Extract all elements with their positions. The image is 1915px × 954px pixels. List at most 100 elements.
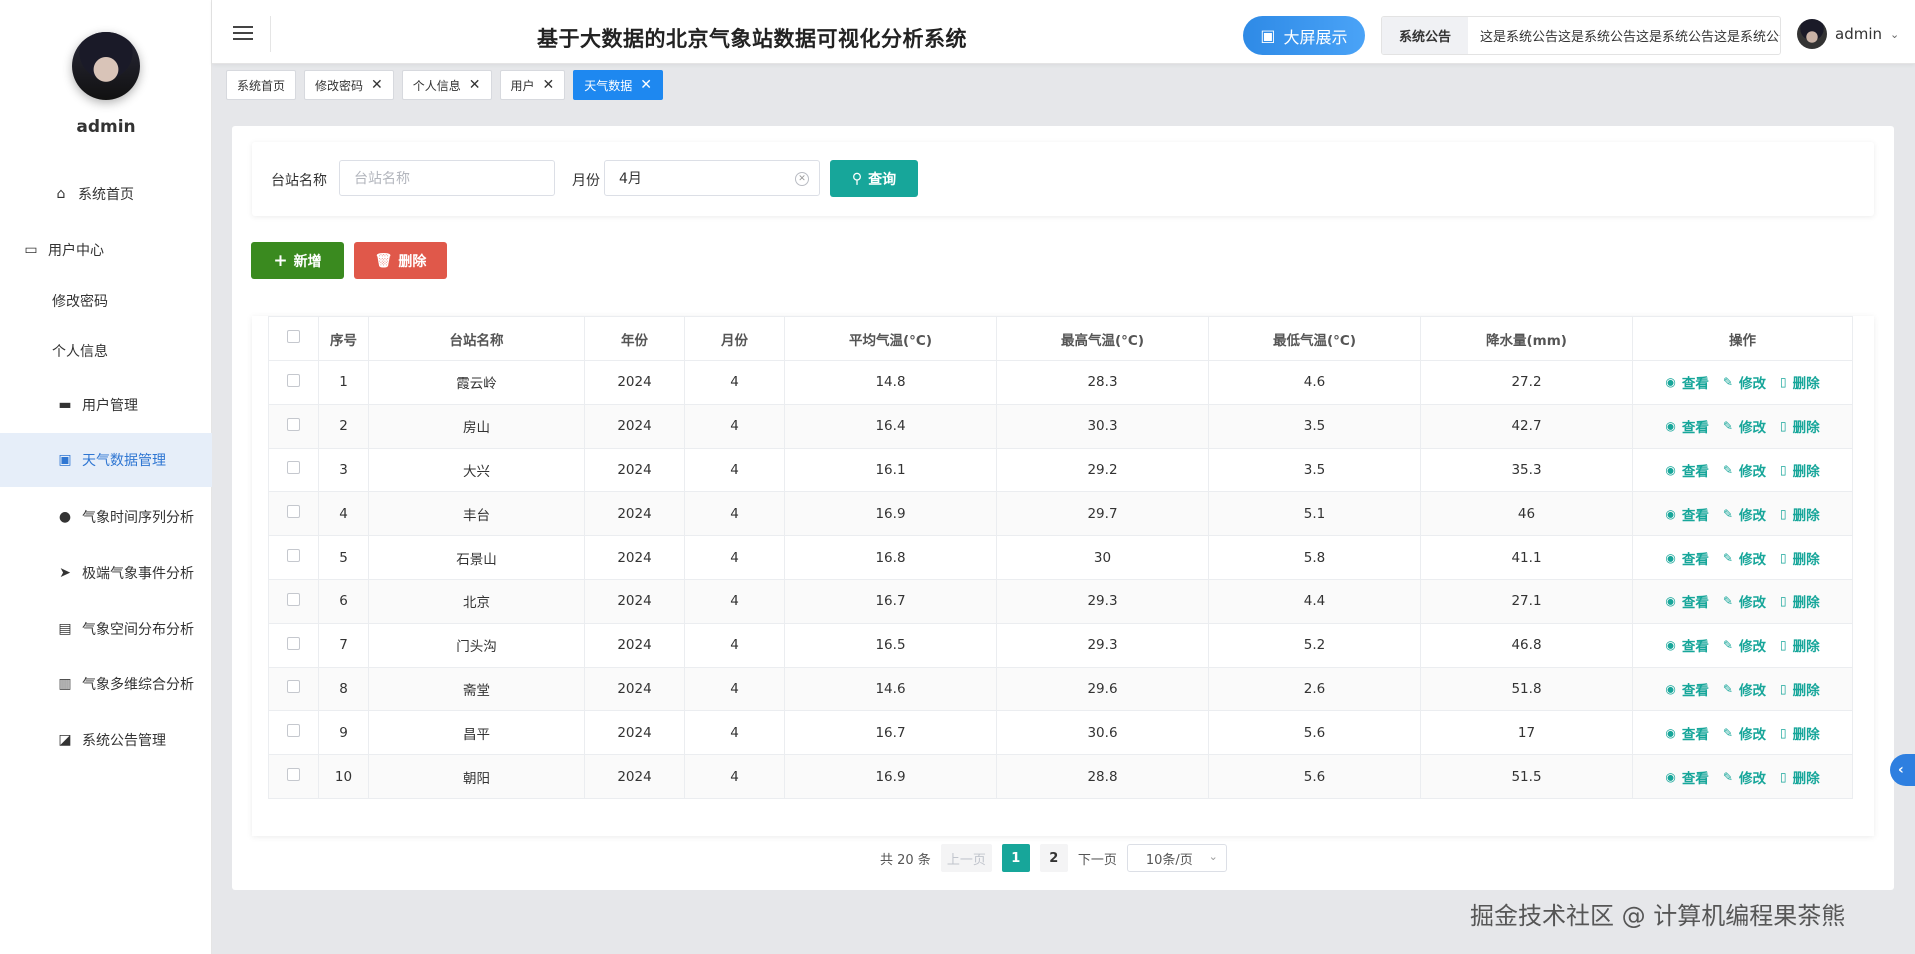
user-menu[interactable]: admin ⌄ xyxy=(1797,19,1899,49)
tag-profile[interactable]: 个人信息 ✕ xyxy=(401,70,492,100)
big-screen-button[interactable]: ▣ 大屏展示 xyxy=(1243,16,1365,55)
add-button[interactable]: + 新增 xyxy=(251,242,344,279)
close-icon[interactable]: ✕ xyxy=(469,78,481,92)
edit-button[interactable]: ✎ 修改 xyxy=(1723,679,1766,699)
edit-button[interactable]: ✎ 修改 xyxy=(1723,723,1766,743)
delete-button[interactable]: ▯ 删除 xyxy=(1780,504,1820,524)
page-1-button[interactable]: 1 xyxy=(1001,844,1030,872)
row-checkbox[interactable] xyxy=(287,680,300,694)
edit-button[interactable]: ✎ 修改 xyxy=(1723,504,1766,524)
view-button[interactable]: ◉ 查看 xyxy=(1665,679,1708,699)
delete-button[interactable]: ▯ 删除 xyxy=(1780,548,1820,568)
row-select-cell[interactable] xyxy=(268,710,319,756)
page-size-select[interactable]: 10条/页 ⌄ xyxy=(1126,844,1227,872)
edit-button[interactable]: ✎ 修改 xyxy=(1723,635,1766,655)
delete-button[interactable]: ▯ 删除 xyxy=(1780,460,1820,480)
row-checkbox[interactable] xyxy=(287,768,300,782)
delete-button[interactable]: ▯ 删除 xyxy=(1780,635,1820,655)
query-button[interactable]: ⚲ 查询 xyxy=(830,160,918,197)
row-checkbox[interactable] xyxy=(287,724,300,738)
batch-delete-button[interactable]: 🗑 删除 xyxy=(354,242,447,279)
view-button[interactable]: ◉ 查看 xyxy=(1665,723,1708,743)
sidebar-item-extreme-events[interactable]: ➤ 极端气象事件分析 xyxy=(0,546,212,600)
column-header: 最高气温(°C) xyxy=(996,316,1209,361)
view-button[interactable]: ◉ 查看 xyxy=(1665,372,1708,392)
edit-button[interactable]: ✎ 修改 xyxy=(1723,591,1766,611)
delete-label: 删除 xyxy=(1792,551,1820,568)
sidebar-item-home[interactable]: ⌂ 系统首页 xyxy=(0,167,212,221)
select-all-checkbox[interactable] xyxy=(287,330,300,343)
sidebar-item-announcements[interactable]: ◪ 系统公告管理 xyxy=(0,713,212,767)
view-button[interactable]: ◉ 查看 xyxy=(1665,548,1708,568)
tag-change-password[interactable]: 修改密码 ✕ xyxy=(304,70,394,100)
view-button[interactable]: ◉ 查看 xyxy=(1665,635,1708,655)
sidebar-item-spatial[interactable]: ▤ 气象空间分布分析 xyxy=(0,602,212,656)
row-actions-cell: ◉ 查看 ✎ 修改 ▯ 删除 xyxy=(1632,360,1853,405)
edit-button[interactable]: ✎ 修改 xyxy=(1723,416,1766,436)
next-page-button[interactable]: 下一页 xyxy=(1078,849,1117,868)
close-icon[interactable]: ✕ xyxy=(543,78,555,92)
delete-button[interactable]: ▯ 删除 xyxy=(1780,372,1820,392)
row-checkbox[interactable] xyxy=(287,636,300,650)
edit-button[interactable]: ✎ 修改 xyxy=(1723,548,1766,568)
table-header-row: 序号 台站名称 年份 月份 平均气温(°C) 最高气温(°C) 最低气温(°C)… xyxy=(268,316,1853,361)
row-select-cell[interactable] xyxy=(268,491,319,537)
row-select-cell[interactable] xyxy=(268,360,319,405)
close-icon[interactable]: ✕ xyxy=(371,78,383,92)
sidebar-item-weather-data[interactable]: ▣ 天气数据管理 xyxy=(0,433,212,487)
page-2-button[interactable]: 2 xyxy=(1039,844,1068,872)
tag-home[interactable]: 系统首页 xyxy=(226,70,297,100)
month-input[interactable]: 4月 ✕ xyxy=(604,160,820,196)
tag-weather-data[interactable]: 天气数据 ✕ xyxy=(573,70,664,100)
view-button[interactable]: ◉ 查看 xyxy=(1665,504,1708,524)
view-button[interactable]: ◉ 查看 xyxy=(1665,416,1708,436)
row-select-cell[interactable] xyxy=(268,666,319,712)
collapse-panel-button[interactable]: ‹ xyxy=(1890,754,1915,786)
delete-button[interactable]: ▯ 删除 xyxy=(1780,767,1820,787)
sidebar-item-profile[interactable]: 个人信息 xyxy=(0,324,212,378)
delete-button[interactable]: ▯ 删除 xyxy=(1780,416,1820,436)
prev-page-button[interactable]: 上一页 xyxy=(940,844,992,872)
row-select-cell[interactable] xyxy=(268,622,319,668)
table-cell: 5 xyxy=(318,535,369,580)
sidebar-item-change-password[interactable]: 修改密码 xyxy=(0,274,212,328)
edit-button[interactable]: ✎ 修改 xyxy=(1723,460,1766,480)
clear-icon[interactable]: ✕ xyxy=(795,172,809,186)
delete-label: 删除 xyxy=(1792,639,1820,656)
tag-user[interactable]: 用户 ✕ xyxy=(499,70,566,100)
row-checkbox[interactable] xyxy=(287,549,300,563)
menu-toggle-icon[interactable] xyxy=(233,26,253,40)
row-checkbox[interactable] xyxy=(287,461,300,475)
row-checkbox[interactable] xyxy=(287,373,300,387)
select-all-cell[interactable] xyxy=(268,316,319,361)
row-select-cell[interactable] xyxy=(268,754,319,799)
pencil-icon: ✎ xyxy=(1722,462,1733,477)
sidebar-item-user-center[interactable]: ▭ 用户中心 xyxy=(0,223,212,277)
table-body: 1 霞云岭 2024 4 14.8 28.3 4.6 27.2 ◉ 查看 ✎ 修改 ▯ 删除 2 房山 2024… xyxy=(268,360,1853,799)
close-icon[interactable]: ✕ xyxy=(640,78,652,92)
row-checkbox[interactable] xyxy=(287,505,300,519)
row-select-cell[interactable] xyxy=(268,403,319,449)
row-select-cell[interactable] xyxy=(268,447,319,493)
sidebar-item-time-series[interactable]: ● 气象时间序列分析 xyxy=(0,490,212,544)
delete-button[interactable]: ▯ 删除 xyxy=(1780,591,1820,611)
view-button[interactable]: ◉ 查看 xyxy=(1665,460,1708,480)
sidebar-avatar[interactable] xyxy=(72,32,140,100)
edit-button[interactable]: ✎ 修改 xyxy=(1723,372,1766,392)
row-checkbox[interactable] xyxy=(287,592,300,606)
watermark: 掘金技术社区 @ 计算机编程果茶熊 xyxy=(1470,902,1846,930)
row-actions-cell: ◉ 查看 ✎ 修改 ▯ 删除 xyxy=(1632,403,1853,449)
table-cell: 4 xyxy=(684,666,785,712)
delete-button[interactable]: ▯ 删除 xyxy=(1780,723,1820,743)
station-input[interactable]: 台站名称 xyxy=(339,160,555,196)
edit-button[interactable]: ✎ 修改 xyxy=(1723,767,1766,787)
sidebar-item-user-management[interactable]: ▬ 用户管理 xyxy=(0,378,212,432)
view-label: 查看 xyxy=(1681,682,1709,699)
delete-button[interactable]: ▯ 删除 xyxy=(1780,679,1820,699)
row-select-cell[interactable] xyxy=(268,535,319,580)
view-button[interactable]: ◉ 查看 xyxy=(1665,767,1708,787)
sidebar-item-multidim[interactable]: ▥ 气象多维综合分析 xyxy=(0,657,212,711)
row-checkbox[interactable] xyxy=(287,417,300,431)
row-select-cell[interactable] xyxy=(268,578,319,624)
view-button[interactable]: ◉ 查看 xyxy=(1665,591,1708,611)
